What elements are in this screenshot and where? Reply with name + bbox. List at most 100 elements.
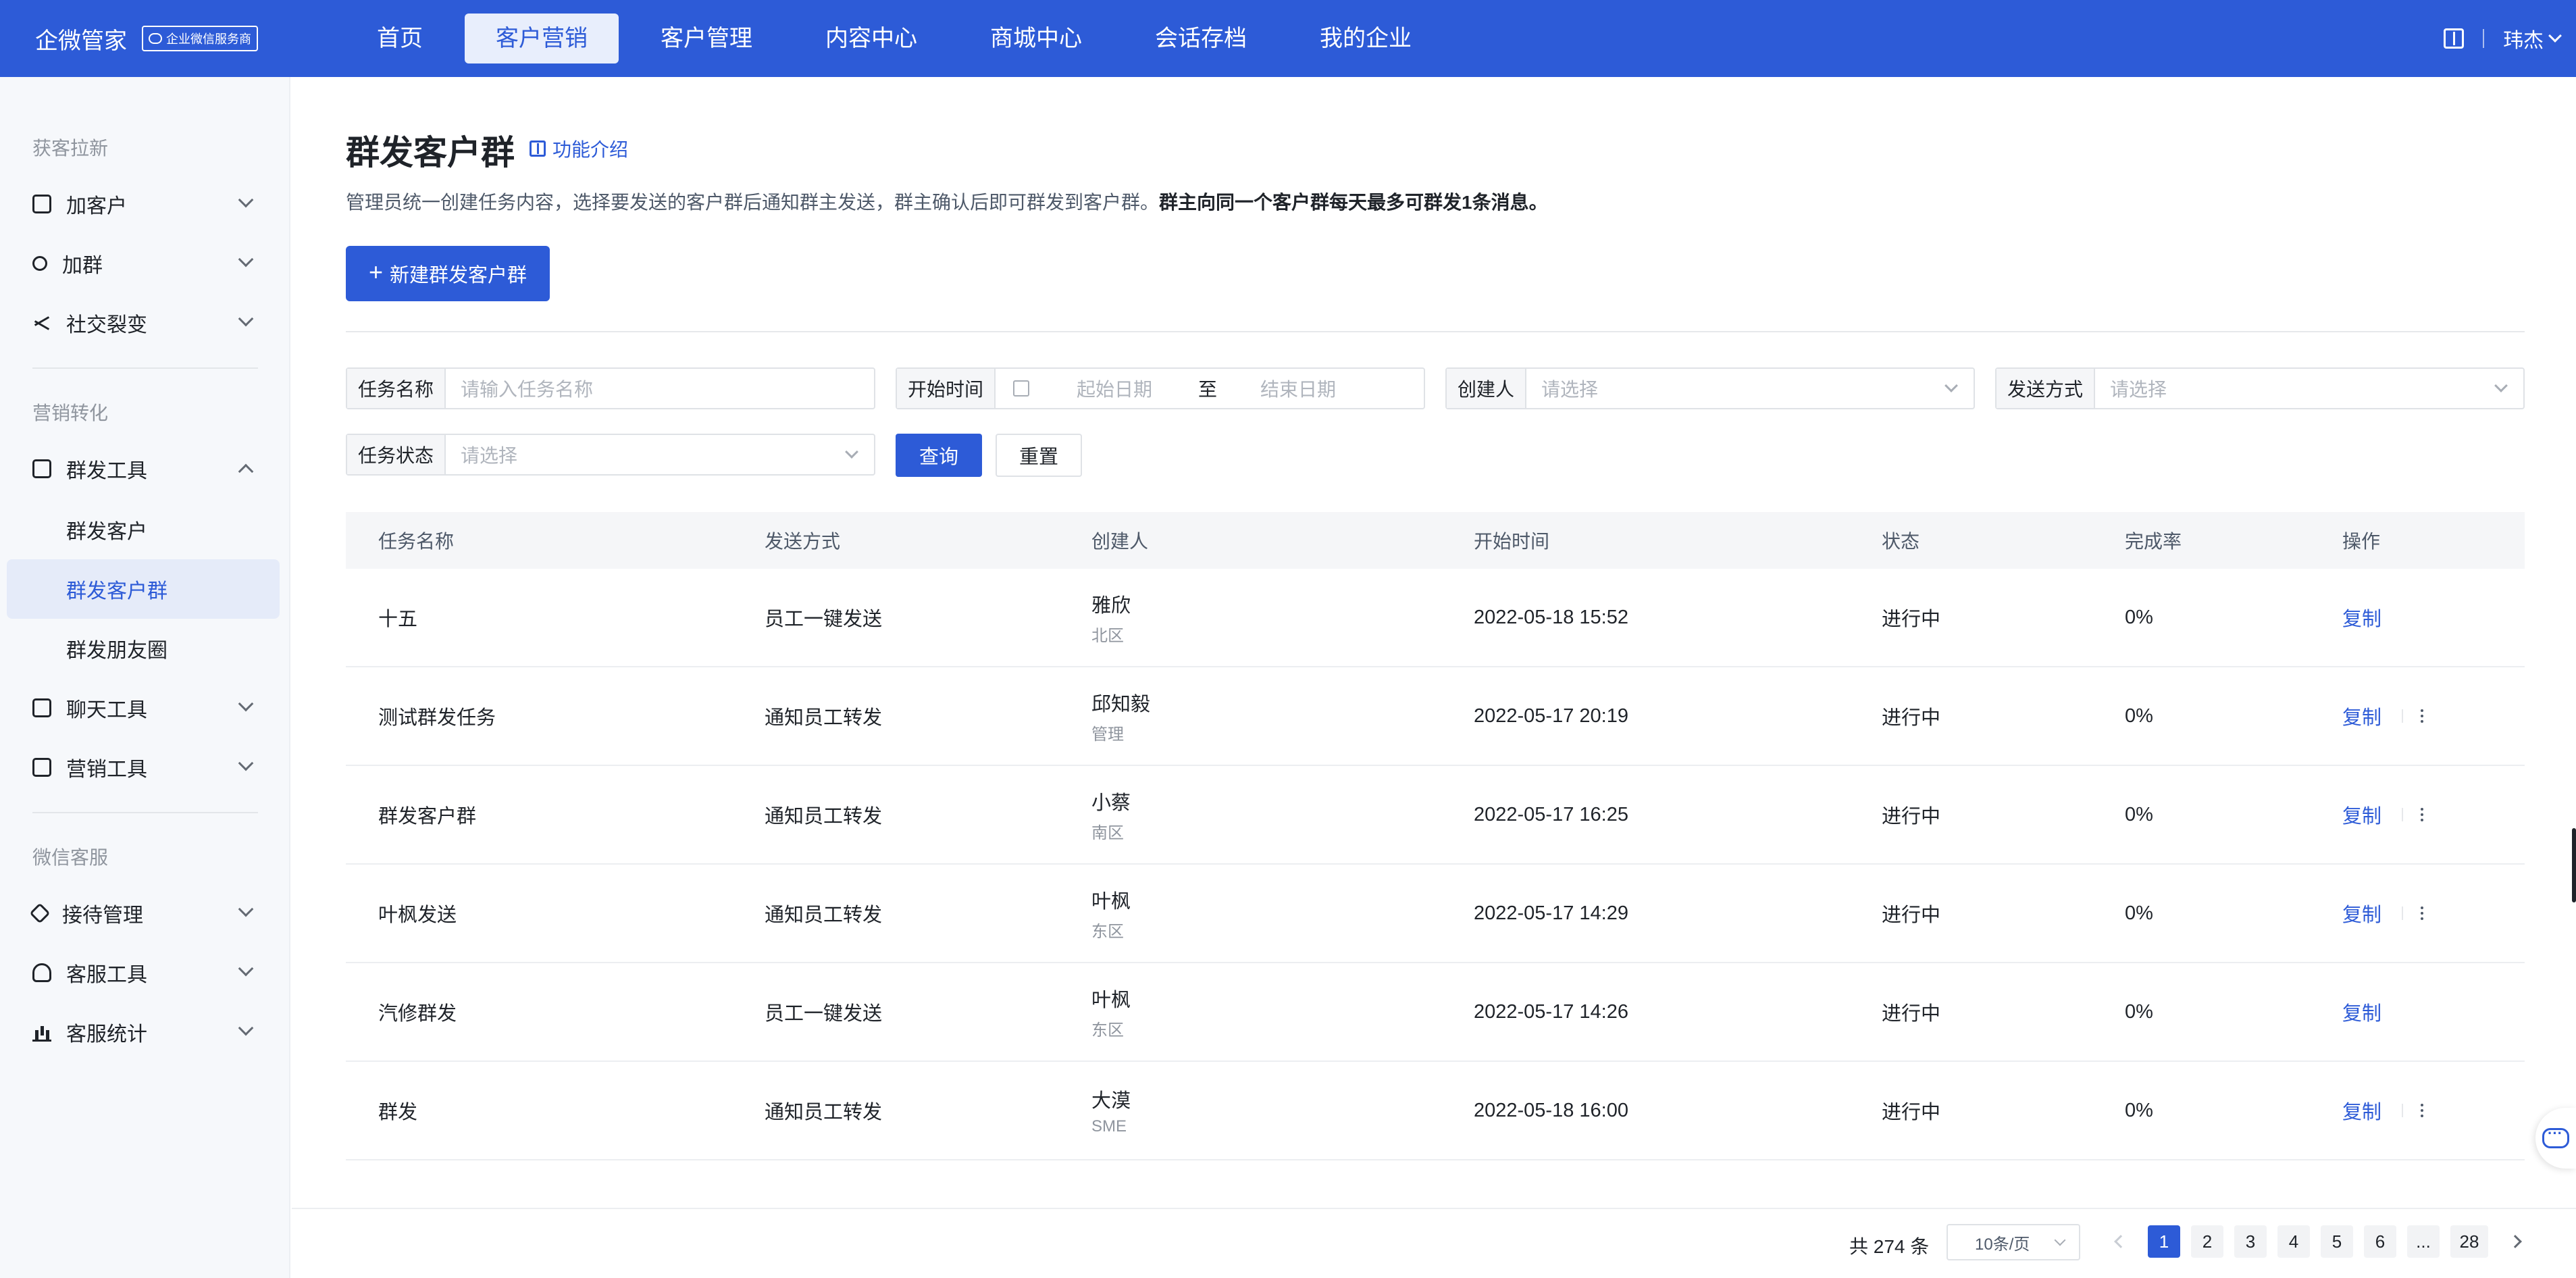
- sidebar-item-service-stats[interactable]: 客服统计: [7, 1005, 280, 1059]
- sidebar-item-add-customer[interactable]: 加客户: [7, 177, 280, 231]
- reset-button[interactable]: 重置: [996, 434, 1082, 477]
- sidebar-item-label: 群发工具: [66, 460, 147, 482]
- cell-start-time: 2022-05-17 14:29: [1474, 902, 1628, 924]
- cell-completion-rate: 0%: [2125, 606, 2153, 628]
- page-5-button[interactable]: 5: [2321, 1225, 2353, 1258]
- table-row: 群发客户群 通知员工转发 小蔡 南区 2022-05-17 16:25 进行中 0% 复制: [346, 766, 2525, 865]
- more-actions-icon[interactable]: [2402, 808, 2424, 821]
- next-page-button[interactable]: [2499, 1225, 2531, 1258]
- page-description: 管理员统一创建任务内容，选择要发送的客户群后通知群主发送，群主确认后即可群发到客…: [346, 188, 1548, 215]
- sidebar-subitem-broadcast-customer[interactable]: 群发客户: [7, 500, 280, 559]
- sidebar-item-service-tools[interactable]: 客服工具: [7, 946, 280, 1000]
- book-icon[interactable]: [2444, 28, 2464, 49]
- wecom-icon: [149, 33, 162, 44]
- task-status-select[interactable]: 请选择: [446, 441, 874, 468]
- nav-customer-marketing[interactable]: 客户营销: [465, 14, 619, 63]
- page-ellipsis-button[interactable]: ...: [2407, 1225, 2440, 1258]
- book-icon: [530, 140, 546, 157]
- start-date-input[interactable]: 起始日期: [1077, 375, 1198, 402]
- sidebar-item-label: 社交裂变: [66, 314, 147, 336]
- cell-actions: 复制: [2310, 603, 2525, 632]
- main-nav: 首页 客户营销 客户管理 内容中心 商城中心 会话存档 我的企业: [346, 0, 1453, 77]
- more-actions-icon[interactable]: [2402, 906, 2424, 920]
- page-2-button[interactable]: 2: [2191, 1225, 2223, 1258]
- cell-actions: 复制: [2310, 998, 2525, 1026]
- task-name-label: 任务名称: [347, 369, 446, 408]
- column-header-completion-rate: 完成率: [2125, 531, 2182, 552]
- cell-task-name: 叶枫发送: [378, 904, 457, 926]
- table-header: 任务名称 发送方式 创建人 开始时间 状态 完成率 操作: [346, 512, 2525, 569]
- copy-link[interactable]: 复制: [2342, 899, 2381, 927]
- user-menu[interactable]: 玮杰: [2503, 24, 2562, 53]
- divider: [32, 812, 258, 813]
- section-title-acquisition: 获客拉新: [32, 138, 109, 159]
- nav-my-enterprise[interactable]: 我的企业: [1289, 14, 1443, 63]
- creator-name: 小蔡: [1091, 792, 1131, 814]
- create-button-label: 新建群发客户群: [390, 265, 527, 286]
- end-date-input[interactable]: 结束日期: [1260, 375, 1382, 402]
- feature-intro-link[interactable]: 功能介绍: [530, 135, 628, 162]
- copy-link[interactable]: 复制: [2342, 800, 2381, 829]
- more-actions-icon[interactable]: [2402, 709, 2424, 723]
- copy-link[interactable]: 复制: [2342, 702, 2381, 730]
- cell-start-time: 2022-05-17 20:19: [1474, 705, 1628, 727]
- nav-chat-archive[interactable]: 会话存档: [1124, 14, 1278, 63]
- task-name-input[interactable]: 请输入任务名称: [446, 375, 874, 402]
- sidebar-subitem-broadcast-customer-group[interactable]: 群发客户群: [7, 559, 280, 619]
- creator-name: 叶枫: [1091, 989, 1131, 1011]
- scrollbar[interactable]: [2572, 828, 2576, 902]
- sidebar-item-add-group[interactable]: 加群: [7, 236, 280, 290]
- top-navbar: 企微管家 企业微信服务商 首页 客户营销 客户管理 内容中心 商城中心 会话存档…: [0, 0, 2576, 77]
- cell-status: 进行中: [1882, 806, 1941, 827]
- sidebar-item-broadcast-tools[interactable]: 群发工具: [7, 442, 280, 496]
- table-row: 十五 员工一键发送 雅欣 北区 2022-05-18 15:52 进行中 0% 复制: [346, 569, 2525, 667]
- cell-send-method: 通知员工转发: [765, 1102, 883, 1123]
- nav-home[interactable]: 首页: [346, 14, 454, 63]
- copy-link[interactable]: 复制: [2342, 603, 2381, 632]
- prev-page-button[interactable]: [2105, 1225, 2137, 1258]
- send-icon: [32, 459, 51, 478]
- sidebar-item-label: 客服工具: [66, 964, 147, 986]
- nav-customer-management[interactable]: 客户管理: [629, 14, 783, 63]
- cell-send-method: 通知员工转发: [765, 707, 883, 729]
- cell-actions: 复制: [2310, 800, 2525, 829]
- send-method-select[interactable]: 请选择: [2095, 375, 2523, 402]
- nav-mall-center[interactable]: 商城中心: [959, 14, 1113, 63]
- sidebar-item-social-fission[interactable]: 社交裂变: [7, 296, 280, 350]
- cell-creator: 叶枫 东区: [1059, 886, 1441, 942]
- create-broadcast-group-button[interactable]: + 新建群发客户群: [346, 246, 550, 301]
- sidebar-item-marketing-tools[interactable]: 营销工具: [7, 740, 280, 794]
- cell-completion-rate: 0%: [2125, 1099, 2153, 1121]
- page-28-button[interactable]: 28: [2450, 1225, 2488, 1258]
- brand-name: 企微管家: [35, 28, 127, 54]
- page-6-button[interactable]: 6: [2364, 1225, 2396, 1258]
- page-4-button[interactable]: 4: [2277, 1225, 2310, 1258]
- page-3-button[interactable]: 3: [2234, 1225, 2267, 1258]
- creator-select[interactable]: 请选择: [1526, 375, 1974, 402]
- query-button[interactable]: 查询: [896, 434, 982, 477]
- page-1-button[interactable]: 1: [2148, 1225, 2180, 1258]
- creator-department: 北区: [1091, 626, 1124, 645]
- user-icon: [32, 256, 47, 271]
- brand[interactable]: 企微管家 企业微信服务商: [35, 22, 346, 55]
- total-count: 共 274 条: [1849, 1236, 1930, 1257]
- cell-send-method: 通知员工转发: [765, 806, 883, 827]
- nav-content-center[interactable]: 内容中心: [794, 14, 948, 63]
- more-actions-icon[interactable]: [2402, 1104, 2424, 1117]
- sidebar-subitem-broadcast-moments[interactable]: 群发朋友圈: [7, 619, 280, 678]
- copy-link[interactable]: 复制: [2342, 998, 2381, 1026]
- chevron-down-icon: [238, 192, 254, 208]
- cell-start-time: 2022-05-18 15:52: [1474, 606, 1628, 628]
- copy-link[interactable]: 复制: [2342, 1096, 2381, 1125]
- chat-bubble-icon: [2542, 1125, 2569, 1148]
- cell-start-time: 2022-05-18 16:00: [1474, 1099, 1628, 1121]
- page-size-select[interactable]: 10条/页: [1947, 1224, 2080, 1260]
- send-method-filter[interactable]: 发送方式 请选择: [1995, 367, 2525, 409]
- creator-filter[interactable]: 创建人 请选择: [1445, 367, 1975, 409]
- plus-icon: +: [368, 258, 383, 286]
- divider: [346, 331, 2525, 332]
- sidebar-item-chat-tools[interactable]: 聊天工具: [7, 681, 280, 735]
- sidebar-item-reception-management[interactable]: 接待管理: [7, 886, 280, 940]
- task-status-filter[interactable]: 任务状态 请选择: [346, 434, 875, 476]
- cell-creator: 小蔡 南区: [1059, 787, 1441, 843]
